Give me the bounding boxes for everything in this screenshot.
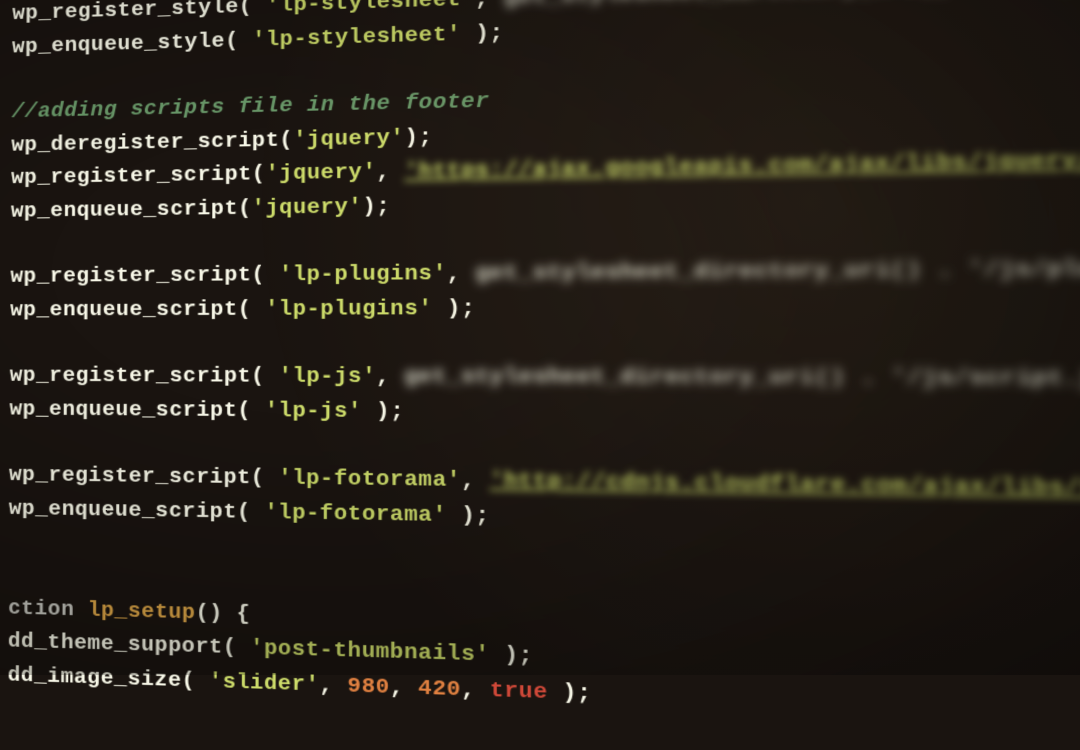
function-call: dd_theme_support( [8, 630, 237, 661]
function-call: wp_enqueue_script( [9, 497, 251, 525]
function-call: wp_enqueue_script( [10, 298, 251, 322]
string-literal: 'slider' [195, 669, 319, 697]
string-literal: 'post-thumbnails' [236, 636, 489, 668]
punctuation: , [447, 262, 476, 287]
blurred-code: get_stylesheet_directory_uri() . '/js/pl… [475, 256, 1080, 286]
boolean-literal: true [490, 678, 548, 705]
string-literal: 'lp-fotorama' [251, 501, 447, 528]
punctuation: ); [362, 195, 390, 220]
punctuation: () { [195, 601, 250, 627]
function-call: wp_enqueue_script( [11, 197, 252, 224]
string-literal: 'lp-fotorama' [265, 467, 462, 494]
comment: //adding scripts file in the footer [12, 90, 490, 125]
punctuation: , [376, 160, 404, 185]
function-name: lp_setup [88, 599, 196, 626]
punctuation: ); [461, 21, 504, 47]
keyword: ction [8, 597, 88, 623]
string-literal: 'lp-js' [265, 365, 376, 390]
punctuation: ); [404, 126, 432, 151]
punctuation: ); [548, 680, 592, 706]
blurred-code: get_stylesheet_directory_uri() . '/js/sc… [404, 366, 1080, 395]
number-literal: 980 [347, 674, 389, 700]
string-literal: 'lp-plugins' [251, 297, 432, 322]
punctuation: , [376, 366, 404, 390]
function-call: wp_enqueue_script( [9, 398, 251, 423]
function-call: wp_register_style( [12, 0, 252, 26]
function-call: wp_enqueue_style( [12, 29, 239, 59]
punctuation: , [319, 673, 347, 698]
punctuation: , [461, 469, 490, 494]
string-literal: 'lp-plugins' [265, 263, 447, 288]
function-call: dd_image_size( [8, 664, 196, 694]
number-literal: 420 [418, 676, 461, 702]
punctuation: , [461, 678, 490, 704]
punctuation: ); [447, 504, 490, 529]
punctuation: , [475, 0, 504, 12]
code-editor-viewport: wp_register_style( 'lp-stylesheet', get_… [0, 0, 1080, 738]
string-literal: 'lp-js' [251, 399, 362, 424]
string-literal: 'jquery' [293, 126, 404, 152]
punctuation: ); [433, 297, 476, 322]
string-literal: 'lp-stylesheet' [252, 0, 475, 19]
punctuation: ); [490, 643, 533, 669]
blank-line [10, 326, 1080, 362]
string-literal: 'jquery' [252, 195, 363, 220]
function-call: wp_register_script( [11, 163, 265, 191]
function-call: wp_register_script( [10, 264, 265, 289]
function-call: wp_register_script( [9, 464, 265, 491]
function-call: wp_deregister_script( [11, 128, 293, 157]
punctuation: , [390, 675, 418, 701]
function-call: wp_register_script( [10, 365, 265, 390]
code-line: wp_enqueue_script( 'lp-plugins' ); [10, 289, 1080, 328]
string-literal: 'jquery' [265, 161, 376, 187]
punctuation: ); [362, 400, 404, 425]
string-literal: 'lp-stylesheet' [239, 22, 461, 52]
